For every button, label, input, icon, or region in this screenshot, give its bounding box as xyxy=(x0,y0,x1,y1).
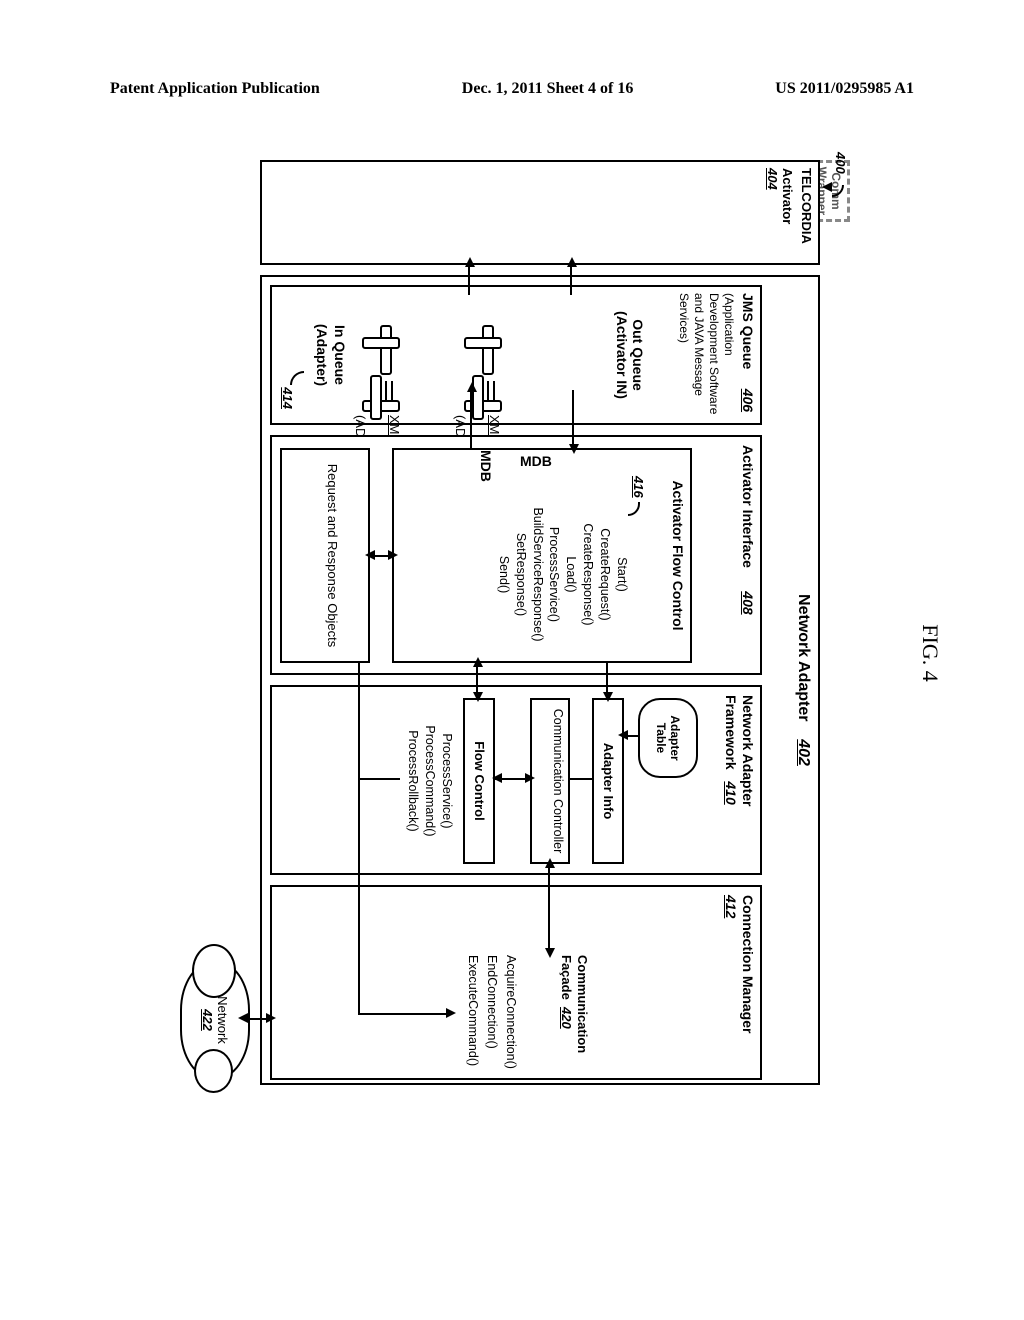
fc-methods: ProcessService() ProcessCommand() Proces… xyxy=(404,698,455,864)
method-build-service-response: BuildServiceResponse() xyxy=(529,498,546,651)
telcordia-title: TELCORDIA xyxy=(795,162,818,263)
comm-controller-box: Communication Controller xyxy=(530,698,570,864)
header-right: US 2011/0295985 A1 xyxy=(775,80,914,98)
arrow xyxy=(358,663,360,1013)
figure-caption: FIG. 4 xyxy=(917,603,943,703)
ref-400: 400 xyxy=(833,152,848,174)
telcordia-activator-box: TELCORDIA Activator 404 xyxy=(260,160,820,265)
network-cloud: Network 422 xyxy=(180,960,250,1080)
method-process-service: ProcessService() xyxy=(546,498,563,651)
jms-ref: 406 xyxy=(740,389,756,412)
arrow xyxy=(468,265,470,295)
method-set-response: SetResponse() xyxy=(512,498,529,651)
out-queue-sub: (Activator IN) xyxy=(614,287,630,423)
facade-exec: ExecuteCommand() xyxy=(464,955,483,1085)
arrow xyxy=(570,778,592,780)
conn-mgr-ref: 412 xyxy=(723,895,739,918)
telcordia-subtitle: Activator xyxy=(780,162,795,263)
method-create-response: CreateResponse() xyxy=(579,498,596,651)
arrowhead-icon xyxy=(569,444,579,454)
header-center: Dec. 1, 2011 Sheet 4 of 16 xyxy=(462,80,634,98)
arrowhead-icon xyxy=(473,657,483,667)
method-load: Load() xyxy=(563,498,580,651)
activator-if-ref: 408 xyxy=(740,591,756,614)
arrowhead-icon xyxy=(388,550,398,560)
diagram: 400 TELCORDIA Activator 404 Network Adap… xyxy=(150,160,850,1100)
jms-title: JMS Queue xyxy=(740,293,756,369)
arrow xyxy=(470,390,472,448)
in-queue-label: In Queue xyxy=(332,287,348,423)
network-adapter-title: Network Adapter xyxy=(795,594,812,721)
arrow xyxy=(360,778,400,780)
fc-process-service: ProcessService() xyxy=(438,698,455,864)
jms-note: (Application Development Software and JA… xyxy=(676,287,736,423)
comm-facade-heading: Communication Façade 420 xyxy=(558,955,591,1080)
flow-control-box: Flow Control xyxy=(463,698,495,864)
afc-methods: Start() CreateRequest() CreateResponse()… xyxy=(495,498,630,651)
na-fw-ref: 410 xyxy=(723,781,739,804)
adapter-info-label: Adapter Info xyxy=(601,700,622,862)
arrowhead-icon xyxy=(465,257,475,267)
ref-416: 416 xyxy=(631,476,646,498)
activator-if-title: Activator Interface xyxy=(740,445,756,568)
diagram-rotated-container: 400 TELCORDIA Activator 404 Network Adap… xyxy=(30,250,970,1010)
page-header: Patent Application Publication Dec. 1, 2… xyxy=(0,80,1024,98)
adapter-table-box: Adapter Table xyxy=(638,698,698,778)
arrowhead-icon xyxy=(618,730,628,740)
in-queue-icon xyxy=(360,325,400,420)
header-left: Patent Application Publication xyxy=(110,80,320,98)
request-response-box: Request and Response Objects xyxy=(280,448,370,663)
afc-title: Activator Flow Control xyxy=(670,450,690,661)
facade-methods: AcquireConnection() EndConnection() Exec… xyxy=(464,955,520,1085)
arrowhead-icon xyxy=(467,382,477,392)
activator-flow-control-box: Activator Flow Control 416 Start() Creat… xyxy=(392,448,692,663)
method-send: Send() xyxy=(495,498,512,651)
ref-414: 414 xyxy=(280,387,295,409)
jms-queue-box: JMS Queue 406 (Application Development S… xyxy=(270,285,762,425)
method-start: Start() xyxy=(613,498,630,651)
arrow xyxy=(548,864,550,952)
method-create-request: CreateRequest() xyxy=(596,498,613,651)
arrowhead-icon xyxy=(603,692,613,702)
network-adapter-ref: 402 xyxy=(795,739,812,766)
out-queue-icon xyxy=(462,325,502,420)
arrowhead-icon xyxy=(822,182,832,192)
arrow xyxy=(572,390,574,448)
mdb-vertical: MDB xyxy=(520,453,552,469)
in-queue-sub: (Adapter) xyxy=(314,287,330,423)
arrowhead-icon xyxy=(567,257,577,267)
arrowhead-icon xyxy=(473,692,483,702)
arrowhead-icon xyxy=(545,858,555,868)
arrowhead-icon xyxy=(525,773,535,783)
arrowhead-icon xyxy=(492,773,502,783)
conn-mgr-title: Connection Manager xyxy=(740,895,756,1033)
arrow xyxy=(570,265,572,295)
fc-process-rollback: ProcessRollback() xyxy=(404,698,421,864)
fc-process-command: ProcessCommand() xyxy=(421,698,438,864)
arrowhead-icon xyxy=(365,550,375,560)
flow-control-label: Flow Control xyxy=(472,700,493,862)
reqresp-label: Request and Response Objects xyxy=(325,450,368,661)
arrowhead-icon xyxy=(446,1008,456,1018)
comm-controller-label: Communication Controller xyxy=(550,700,568,862)
mdb-label: MDB xyxy=(478,450,494,482)
facade-end: EndConnection() xyxy=(483,955,502,1085)
arrowhead-icon xyxy=(545,948,555,958)
arrowhead-icon xyxy=(266,1013,276,1023)
adapter-info-box: Adapter Info xyxy=(592,698,624,864)
pointer-curve-414 xyxy=(290,371,304,385)
cloud-label: Network xyxy=(215,996,230,1044)
telcordia-ref: 404 xyxy=(765,162,780,263)
adapter-table-label: Adapter Table xyxy=(653,700,696,776)
arrow xyxy=(358,1013,450,1015)
cloud-ref: 422 xyxy=(200,1009,215,1031)
out-queue-label: Out Queue xyxy=(630,287,646,423)
facade-acquire: AcquireConnection() xyxy=(501,955,520,1085)
